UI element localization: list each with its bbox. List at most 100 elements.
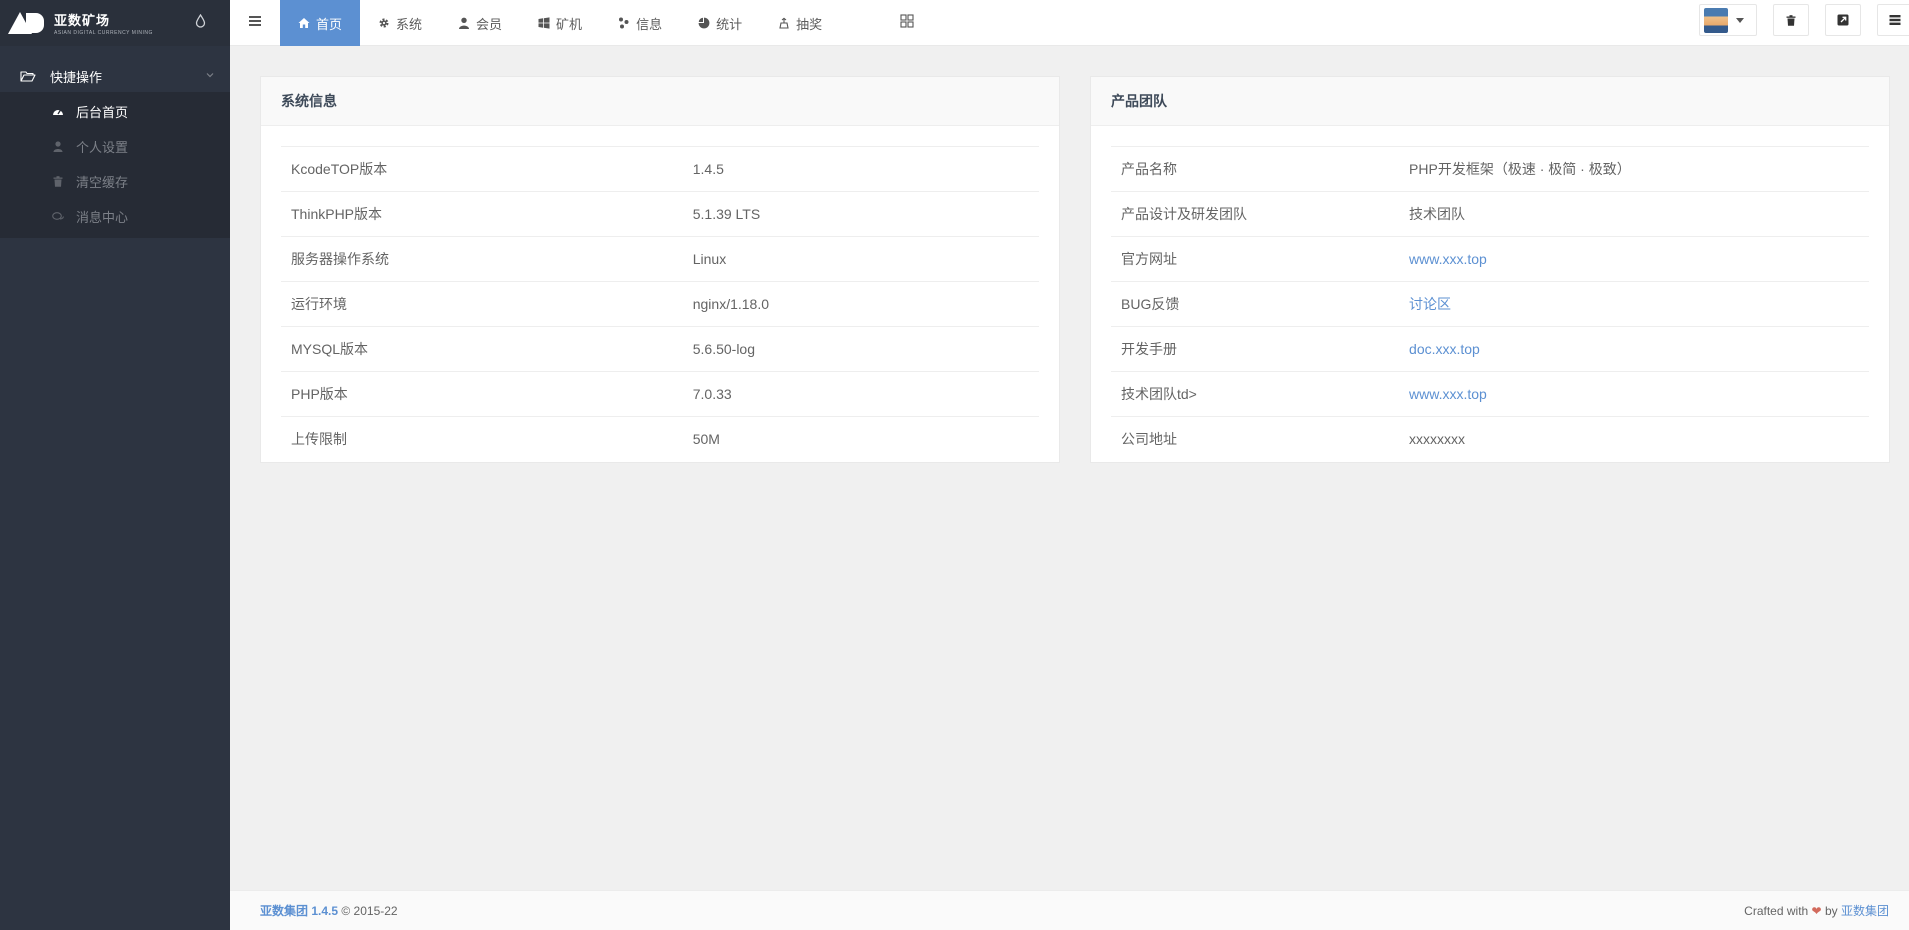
table-row: 上传限制 50M bbox=[281, 416, 1039, 462]
tab-system[interactable]: 系统 bbox=[360, 0, 440, 46]
row-key: 技术团队td> bbox=[1111, 371, 1400, 417]
table-row: ThinkPHP版本 5.1.39 LTS bbox=[281, 191, 1039, 237]
tab-label: 系统 bbox=[396, 16, 423, 32]
clear-cache-button[interactable] bbox=[1773, 4, 1809, 36]
tab-members[interactable]: 会员 bbox=[440, 0, 520, 46]
tab-miners[interactable]: 矿机 bbox=[520, 0, 600, 46]
dashboard-icon bbox=[52, 106, 64, 118]
tab-label: 首页 bbox=[316, 16, 343, 32]
sidebar-item-dashboard[interactable]: 后台首页 bbox=[0, 94, 230, 129]
row-key: 上传限制 bbox=[281, 416, 683, 462]
table-row: 公司地址 xxxxxxxx bbox=[1111, 416, 1869, 462]
panel-list-icon bbox=[1889, 15, 1901, 25]
footer-crafted-prefix: Crafted with bbox=[1744, 904, 1809, 918]
open-external-button[interactable] bbox=[1825, 4, 1861, 36]
tab-label: 统计 bbox=[716, 16, 743, 32]
footer-copyright: © 2015-22 bbox=[341, 904, 398, 918]
table-row: 产品设计及研发团队 技术团队 bbox=[1111, 191, 1869, 237]
row-key: 产品名称 bbox=[1111, 146, 1400, 192]
row-key: MYSQL版本 bbox=[281, 326, 683, 372]
row-key: PHP版本 bbox=[281, 371, 683, 417]
chat-icon bbox=[52, 211, 64, 223]
row-value-link[interactable]: doc.xxx.top bbox=[1399, 326, 1869, 372]
table-row: 官方网址 www.xxx.top bbox=[1111, 236, 1869, 282]
panel-title: 系统信息 bbox=[261, 77, 1059, 126]
row-key: 运行环境 bbox=[281, 281, 683, 327]
row-value: nginx/1.18.0 bbox=[682, 281, 1039, 327]
footer-brand-link[interactable]: 亚数集团 1.4.5 bbox=[260, 904, 338, 918]
table-row: 服务器操作系统 Linux bbox=[281, 236, 1039, 282]
sidebar-item-label: 后台首页 bbox=[76, 105, 129, 120]
table-row: 运行环境 nginx/1.18.0 bbox=[281, 281, 1039, 327]
trash-icon bbox=[52, 176, 64, 188]
row-value: 5.6.50-log bbox=[682, 326, 1039, 372]
user-menu-button[interactable] bbox=[1699, 4, 1757, 36]
system-info-table: KcodeTOP版本 1.4.5 ThinkPHP版本 5.1.39 LTS 服务器操作… bbox=[281, 146, 1039, 462]
row-value: 5.1.39 LTS bbox=[682, 191, 1039, 237]
gear-icon bbox=[378, 17, 390, 29]
folder-open-icon bbox=[20, 71, 36, 82]
table-row: 技术团队td> www.xxx.top bbox=[1111, 371, 1869, 417]
tab-home[interactable]: 首页 bbox=[280, 0, 361, 46]
logo-icon bbox=[8, 10, 48, 36]
row-value: 50M bbox=[682, 416, 1039, 462]
sidebar-item-label: 清空缓存 bbox=[76, 175, 129, 190]
avatar bbox=[1704, 8, 1728, 33]
user-icon bbox=[52, 141, 64, 153]
sidebar-item-label: 消息中心 bbox=[76, 210, 129, 225]
topbar: 首页 系统 会员 矿机 信息 统计 抽奖 bbox=[230, 0, 1909, 46]
external-link-icon bbox=[1837, 14, 1849, 26]
row-key: 开发手册 bbox=[1111, 326, 1400, 372]
footer-by: by bbox=[1824, 904, 1838, 918]
tab-label: 会员 bbox=[476, 16, 503, 32]
sidebar-item-label: 个人设置 bbox=[76, 140, 129, 155]
row-key: 公司地址 bbox=[1111, 416, 1400, 462]
row-key: BUG反馈 bbox=[1111, 281, 1400, 327]
logo-subtitle: ASIAN DIGITAL CURRENCY MINING bbox=[54, 30, 153, 36]
sidebar-item-profile[interactable]: 个人设置 bbox=[0, 129, 230, 164]
user-icon bbox=[458, 17, 470, 29]
row-value: 1.4.5 bbox=[682, 146, 1039, 192]
tab-lottery[interactable]: 抽奖 bbox=[760, 0, 840, 46]
nav-group-head[interactable]: 快捷操作 bbox=[0, 60, 230, 92]
table-row: KcodeTOP版本 1.4.5 bbox=[281, 146, 1039, 192]
table-row: PHP版本 7.0.33 bbox=[281, 371, 1039, 417]
row-value-link[interactable]: www.xxx.top bbox=[1399, 236, 1869, 282]
row-value: 技术团队 bbox=[1399, 191, 1869, 237]
side-panel-button[interactable] bbox=[1877, 4, 1909, 36]
nav-group-label: 快捷操作 bbox=[50, 69, 103, 85]
row-key: ThinkPHP版本 bbox=[281, 191, 683, 237]
tab-stats[interactable]: 统计 bbox=[680, 0, 760, 46]
menu-toggle-icon[interactable] bbox=[248, 15, 262, 27]
apps-grid-icon[interactable] bbox=[900, 14, 914, 28]
windows-icon bbox=[538, 17, 550, 29]
tab-label: 信息 bbox=[636, 16, 663, 32]
product-team-panel: 产品团队 产品名称 PHP开发框架（极速 · 极简 · 极致） 产品设计及研发团队技… bbox=[1090, 76, 1890, 463]
sidebar-item-clear-cache[interactable]: 清空缓存 bbox=[0, 164, 230, 199]
row-value: PHP开发框架（极速 · 极简 · 极致） bbox=[1399, 146, 1869, 192]
row-value-link[interactable]: www.xxx.top bbox=[1399, 371, 1869, 417]
table-row: 开发手册 doc.xxx.top bbox=[1111, 326, 1869, 372]
row-value: Linux bbox=[682, 236, 1039, 282]
lottery-icon bbox=[778, 17, 790, 29]
info-icon bbox=[618, 17, 630, 29]
tab-info[interactable]: 信息 bbox=[600, 0, 680, 46]
row-value-link[interactable]: 讨论区 bbox=[1399, 281, 1869, 327]
droplet-icon[interactable] bbox=[195, 14, 206, 28]
footer-right: Crafted with ❤ by 亚数集团 bbox=[1744, 902, 1889, 919]
nav-submenu: 后台首页 个人设置 清空缓存 消息中心 bbox=[0, 92, 230, 238]
logo-title: 亚数矿场 bbox=[54, 13, 111, 28]
heart-icon: ❤ bbox=[1811, 904, 1822, 918]
row-value: xxxxxxxx bbox=[1399, 416, 1869, 462]
sidebar-item-messages[interactable]: 消息中心 bbox=[0, 199, 230, 234]
logo-text: 亚数矿场 ASIAN DIGITAL CURRENCY MINING bbox=[54, 10, 153, 36]
brand[interactable]: 亚数矿场 ASIAN DIGITAL CURRENCY MINING bbox=[0, 0, 230, 46]
trash-icon bbox=[1786, 14, 1796, 26]
chevron-down-icon bbox=[206, 73, 214, 78]
footer-author-link[interactable]: 亚数集团 bbox=[1841, 904, 1889, 918]
product-team-table: 产品名称 PHP开发框架（极速 · 极简 · 极致） 产品设计及研发团队 技术团队 官方… bbox=[1111, 146, 1869, 462]
nav-group-quick: 快捷操作 后台首页 个人设置 清空缓存 消息中心 bbox=[0, 60, 230, 238]
table-row: 产品名称 PHP开发框架（极速 · 极简 · 极致） bbox=[1111, 146, 1869, 192]
row-value: 7.0.33 bbox=[682, 371, 1039, 417]
sidebar: 亚数矿场 ASIAN DIGITAL CURRENCY MINING 快捷操作 … bbox=[0, 0, 230, 930]
